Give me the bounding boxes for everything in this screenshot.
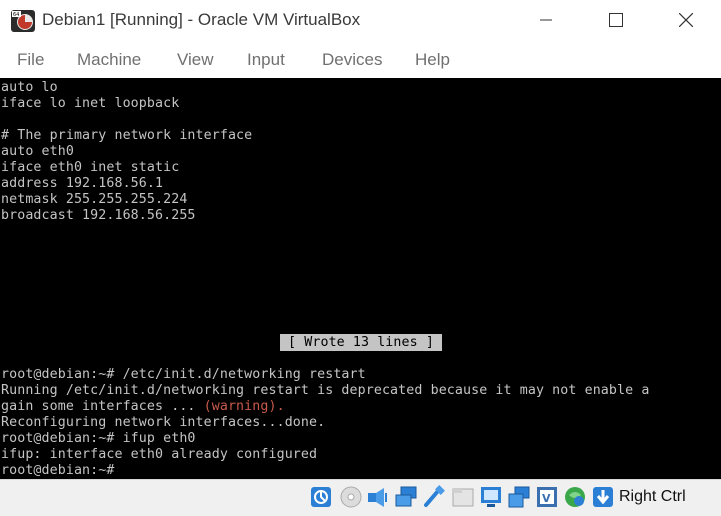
minimize-icon: [540, 19, 552, 21]
title-bar: 64 Debian1 [Running] - Oracle VM Virtual…: [0, 0, 721, 40]
terminal-line: iface eth0 inet static: [1, 160, 180, 175]
menu-machine[interactable]: Machine: [77, 50, 141, 70]
mouse-integration-icon[interactable]: [563, 485, 587, 509]
optical-drive-icon[interactable]: [339, 485, 363, 509]
window-title: Debian1 [Running] - Oracle VM VirtualBox: [42, 10, 361, 29]
terminal-prompt: root@debian:~#: [1, 463, 123, 478]
terminal-line-warning: gain some interfaces ... (warning).: [1, 399, 285, 415]
close-icon: [679, 13, 693, 27]
nano-status-message: [ Wrote 13 lines ]: [280, 334, 442, 351]
minimize-button[interactable]: [511, 0, 581, 40]
network-icon[interactable]: [394, 485, 418, 509]
menu-view[interactable]: View: [177, 50, 214, 70]
shared-folders-icon[interactable]: [451, 485, 475, 509]
terminal-line: root@debian:~# /etc/init.d/networking re…: [1, 367, 366, 382]
svg-text:V: V: [542, 492, 551, 505]
terminal-line: netmask 255.255.255.224: [1, 192, 188, 207]
terminal-line: address 192.168.56.1: [1, 176, 164, 191]
terminal-line: auto eth0: [1, 144, 74, 159]
terminal-line: Reconfiguring network interfaces...done.: [1, 415, 326, 430]
menu-file[interactable]: File: [17, 50, 44, 70]
menu-help[interactable]: Help: [415, 50, 450, 70]
host-key-label: Right Ctrl: [619, 488, 686, 505]
display-icon[interactable]: [479, 485, 503, 509]
terminal-line: root@debian:~# ifup eth0: [1, 431, 196, 446]
maximize-button[interactable]: [581, 0, 651, 40]
virtualbox-vm-icon: 64: [11, 10, 35, 32]
vt-x-icon[interactable]: V: [535, 485, 559, 509]
terminal-line: iface lo inet loopback: [1, 96, 180, 111]
menu-input[interactable]: Input: [247, 50, 285, 70]
audio-icon[interactable]: [366, 485, 390, 509]
menu-devices[interactable]: Devices: [322, 50, 382, 70]
warning-text: (warning).: [203, 399, 285, 414]
terminal-text: gain some interfaces ...: [1, 399, 204, 414]
terminal-line: ifup: interface eth0 already configured: [1, 447, 318, 462]
terminal-line: Running /etc/init.d/networking restart i…: [1, 383, 650, 398]
usb-icon[interactable]: [422, 485, 446, 509]
vm-console-screen[interactable]: auto lo iface lo inet loopback # The pri…: [0, 78, 721, 479]
maximize-icon: [609, 13, 623, 27]
video-capture-icon[interactable]: [507, 485, 531, 509]
terminal-line: broadcast 192.168.56.255: [1, 208, 196, 223]
status-bar: V Right Ctrl: [0, 479, 721, 516]
host-key-arrow-icon[interactable]: [591, 485, 615, 509]
menu-bar: File Machine View Input Devices Help: [0, 40, 721, 78]
terminal-line: auto lo: [1, 80, 58, 95]
terminal-line: # The primary network interface: [1, 128, 253, 143]
svg-text:64: 64: [13, 12, 19, 18]
close-button[interactable]: [651, 0, 721, 40]
hard-disk-icon[interactable]: [309, 485, 333, 509]
